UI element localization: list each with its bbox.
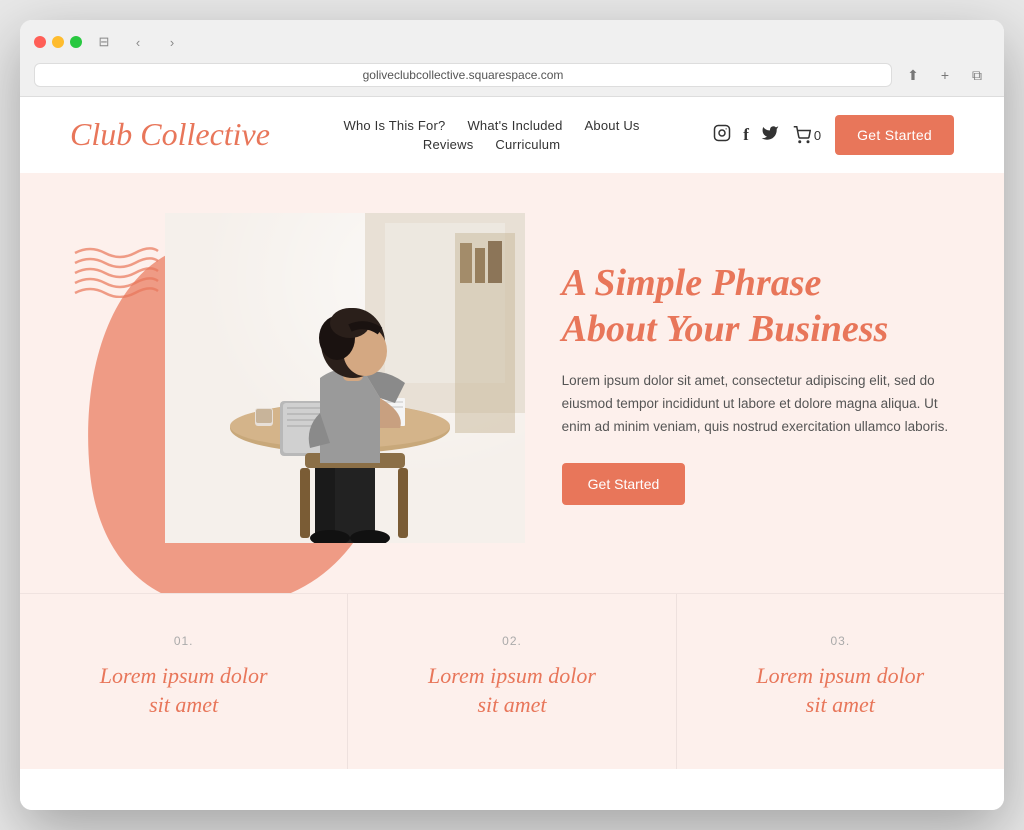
- header-right: f 0 Get Started: [713, 115, 954, 155]
- feature-title-3-line2: sit amet: [806, 692, 875, 717]
- hero-body-text: Lorem ipsum dolor sit amet, consectetur …: [562, 370, 954, 439]
- hero-headline-line1: A Simple Phrase: [562, 262, 822, 304]
- feature-title-1-line2: sit amet: [149, 692, 218, 717]
- share-button[interactable]: ⬆: [900, 62, 926, 88]
- nav-row-2: Reviews Curriculum: [423, 137, 560, 152]
- facebook-icon[interactable]: f: [743, 125, 749, 145]
- browser-chrome: ⊟ ‹ › goliveclubcollective.squarespace.c…: [20, 20, 1004, 97]
- hero-left: [20, 173, 532, 593]
- main-nav: Who Is This For? What's Included About U…: [344, 118, 640, 152]
- hero-headline-line2: About Your Business: [562, 308, 889, 350]
- hero-headline: A Simple Phrase About Your Business: [562, 261, 954, 352]
- browser-window: ⊟ ‹ › goliveclubcollective.squarespace.c…: [20, 20, 1004, 810]
- instagram-icon[interactable]: [713, 124, 731, 147]
- feature-number-2: 02.: [388, 634, 635, 648]
- nav-link-who-is-this-for[interactable]: Who Is This For?: [344, 118, 446, 133]
- hero-section: A Simple Phrase About Your Business Lore…: [20, 173, 1004, 593]
- close-button[interactable]: [34, 36, 46, 48]
- cart-count: 0: [814, 128, 821, 143]
- traffic-lights: [34, 36, 82, 48]
- social-icons: f: [713, 124, 779, 147]
- nav-row-1: Who Is This For? What's Included About U…: [344, 118, 640, 133]
- minimize-button[interactable]: [52, 36, 64, 48]
- feature-title-3-line1: Lorem ipsum dolor: [756, 663, 924, 688]
- nav-link-whats-included[interactable]: What's Included: [467, 118, 562, 133]
- nav-link-curriculum[interactable]: Curriculum: [495, 137, 560, 152]
- hero-right: A Simple Phrase About Your Business Lore…: [532, 221, 1004, 545]
- nav-link-reviews[interactable]: Reviews: [423, 137, 474, 152]
- feature-item-2: 02. Lorem ipsum dolor sit amet: [348, 594, 676, 769]
- maximize-button[interactable]: [70, 36, 82, 48]
- back-button[interactable]: ‹: [126, 30, 150, 54]
- twitter-icon[interactable]: [761, 124, 779, 147]
- nav-link-about-us[interactable]: About Us: [585, 118, 640, 133]
- hero-cta-button[interactable]: Get Started: [562, 463, 686, 505]
- feature-title-2: Lorem ipsum dolor sit amet: [388, 662, 635, 719]
- feature-item-1: 01. Lorem ipsum dolor sit amet: [20, 594, 348, 769]
- feature-number-3: 03.: [717, 634, 964, 648]
- new-tab-button[interactable]: +: [932, 62, 958, 88]
- site-content: Club Collective Who Is This For? What's …: [20, 97, 1004, 810]
- copy-tab-button[interactable]: ⧉: [964, 62, 990, 88]
- hero-image: [165, 213, 525, 543]
- feature-number-1: 01.: [60, 634, 307, 648]
- feature-title-2-line2: sit amet: [477, 692, 546, 717]
- cart-icon[interactable]: 0: [793, 126, 821, 144]
- features-section: 01. Lorem ipsum dolor sit amet 02. Lorem…: [20, 593, 1004, 769]
- address-bar[interactable]: goliveclubcollective.squarespace.com: [34, 63, 892, 87]
- sidebar-toggle-button[interactable]: ⊟: [92, 30, 116, 54]
- feature-title-2-line1: Lorem ipsum dolor: [428, 663, 596, 688]
- feature-title-3: Lorem ipsum dolor sit amet: [717, 662, 964, 719]
- site-logo: Club Collective: [70, 117, 270, 152]
- feature-title-1: Lorem ipsum dolor sit amet: [60, 662, 307, 719]
- site-header: Club Collective Who Is This For? What's …: [20, 97, 1004, 173]
- forward-button[interactable]: ›: [160, 30, 184, 54]
- feature-item-3: 03. Lorem ipsum dolor sit amet: [677, 594, 1004, 769]
- feature-title-1-line1: Lorem ipsum dolor: [100, 663, 268, 688]
- get-started-button[interactable]: Get Started: [835, 115, 954, 155]
